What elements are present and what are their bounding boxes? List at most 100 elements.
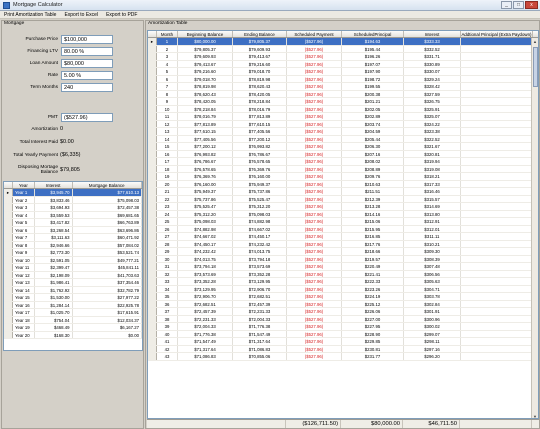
yearly-row[interactable]: Year 13 $1,986.41 $37,354.46: [4, 279, 142, 287]
amortization-grid[interactable]: Month Beginning Balance Ending Balance S…: [147, 30, 539, 419]
rate-field[interactable]: 5.00 %: [61, 71, 113, 80]
amort-row[interactable]: 37 $72,457.39 $72,231.33 ($527.96) $226.06 $3…: [148, 308, 538, 316]
amort-cell-extra[interactable]: [461, 210, 533, 217]
amort-row[interactable]: 24 $75,312.20 $75,098.03 ($527.96) $214.16 $3…: [148, 210, 538, 218]
yearly-row[interactable]: Year 8 $2,946.66 $57,084.02: [4, 241, 142, 249]
amort-cell-extra[interactable]: [461, 218, 533, 225]
amort-cell-extra[interactable]: [461, 173, 533, 180]
amort-cell-extra[interactable]: [461, 278, 533, 285]
amort-cell-extra[interactable]: [461, 113, 533, 120]
amort-header-ending[interactable]: Ending Balance: [233, 31, 287, 37]
amort-cell-extra[interactable]: [461, 180, 533, 187]
close-button[interactable]: x: [525, 1, 538, 9]
amort-row[interactable]: 36 $72,682.51 $72,457.39 ($527.96) $225.12 $3…: [148, 300, 538, 308]
menu-print-amortization[interactable]: Print Amortization Table: [0, 12, 60, 18]
amort-row[interactable]: 31 $73,794.18 $73,573.69 ($527.96) $220.49 $3…: [148, 263, 538, 271]
amort-cell-extra[interactable]: [461, 98, 533, 105]
amort-row[interactable]: 5 $79,216.60 $79,018.70 ($527.96) $197.90 $33…: [148, 68, 538, 76]
yearly-row[interactable]: Year 9 $2,773.30 $53,521.74: [4, 249, 142, 257]
amort-header-month[interactable]: Month: [157, 31, 178, 37]
amort-cell-extra[interactable]: [461, 323, 533, 330]
maximize-button[interactable]: □: [513, 1, 524, 9]
amort-cell-extra[interactable]: [461, 143, 533, 150]
amort-row[interactable]: 19 $76,369.76 $76,160.00 ($527.96) $209.76 $3…: [148, 173, 538, 181]
yearly-row[interactable]: Year 19 $468.49 $6,167.27: [4, 324, 142, 332]
amort-row[interactable]: 30 $74,013.75 $73,794.18 ($527.96) $219.57 $3…: [148, 255, 538, 263]
amort-row[interactable]: 13 $77,610.15 $77,405.56 ($527.96) $204.59 $3…: [148, 128, 538, 136]
amort-row[interactable]: 33 $73,352.28 $73,129.95 ($527.96) $222.33 $3…: [148, 278, 538, 286]
amort-row[interactable]: 9 $78,420.05 $78,218.84 ($527.96) $201.21 $32…: [148, 98, 538, 106]
amort-cell-extra[interactable]: [461, 293, 533, 300]
amort-cell-extra[interactable]: [461, 150, 533, 157]
amort-cell-extra[interactable]: [461, 105, 533, 112]
amort-row[interactable]: 2 $79,805.37 $79,609.93 ($527.96) $195.44 $33…: [148, 45, 538, 53]
amort-cell-extra[interactable]: [461, 240, 533, 247]
amort-row[interactable]: 41 $71,547.49 $71,317.64 ($527.96) $229.85 $2…: [148, 338, 538, 346]
amort-row[interactable]: 12 $77,813.89 $77,610.15 ($527.96) $203.74 $3…: [148, 120, 538, 128]
amort-row[interactable]: 8 $78,620.43 $78,420.05 ($527.96) $200.38 $32…: [148, 90, 538, 98]
amort-row[interactable]: 21 $75,949.37 $75,737.86 ($527.96) $211.51 $3…: [148, 188, 538, 196]
yearly-header-interest[interactable]: Interest: [35, 182, 73, 188]
amort-row[interactable]: 38 $72,231.33 $72,004.33 ($527.96) $227.00 $3…: [148, 315, 538, 323]
amort-cell-extra[interactable]: [461, 315, 533, 322]
amort-row[interactable]: 28 $74,450.17 $74,232.42 ($527.96) $217.76 $3…: [148, 240, 538, 248]
amort-cell-extra[interactable]: [461, 128, 533, 135]
amort-row[interactable]: ▸ 1 $80,000.00 $79,805.37 ($527.96) $194.63 $3…: [148, 38, 538, 46]
purchase-price-field[interactable]: $100,000: [61, 35, 113, 44]
amort-cell-extra[interactable]: [461, 90, 533, 97]
yearly-header-year[interactable]: Year: [13, 182, 35, 188]
amort-row[interactable]: 4 $79,413.67 $79,216.60 ($527.96) $197.07 $33…: [148, 60, 538, 68]
amort-row[interactable]: 43 $71,086.83 $70,855.06 ($527.96) $231.77 $2…: [148, 353, 538, 361]
amort-row[interactable]: 22 $75,737.86 $75,525.47 ($527.96) $212.39 $3…: [148, 195, 538, 203]
amort-cell-extra[interactable]: [461, 158, 533, 165]
menu-export-pdf[interactable]: Export to PDF: [102, 12, 141, 18]
amort-row[interactable]: 25 $75,098.03 $74,882.98 ($527.96) $215.06 $3…: [148, 218, 538, 226]
amort-cell-extra[interactable]: [461, 60, 533, 67]
yearly-row[interactable]: Year 20 $168.30 $0.00: [4, 331, 142, 339]
amort-cell-extra[interactable]: [461, 75, 533, 82]
yearly-row[interactable]: Year 5 $3,417.82 $66,763.89: [4, 219, 142, 227]
amort-cell-extra[interactable]: [461, 345, 533, 352]
yearly-row[interactable]: ▸ Year 1 $3,945.70 $77,610.13: [4, 189, 142, 197]
amort-row[interactable]: 15 $77,200.12 $76,993.82 ($527.96) $206.30 $3…: [148, 143, 538, 151]
amort-cell-extra[interactable]: [461, 165, 533, 172]
yearly-row[interactable]: Year 18 $754.04 $12,034.37: [4, 316, 142, 324]
amort-cell-extra[interactable]: [461, 203, 533, 210]
amort-cell-extra[interactable]: [461, 45, 533, 52]
yearly-row[interactable]: Year 2 $3,833.46 $75,098.03: [4, 196, 142, 204]
yearly-row[interactable]: Year 17 $1,025.70 $17,615.91: [4, 309, 142, 317]
amort-row[interactable]: 42 $71,317.64 $71,086.83 ($527.96) $230.81 $2…: [148, 345, 538, 353]
amort-row[interactable]: 35 $72,906.70 $72,682.51 ($527.96) $224.19 $3…: [148, 293, 538, 301]
amort-cell-extra[interactable]: [461, 83, 533, 90]
loan-amount-field[interactable]: $80,000: [61, 59, 113, 68]
amort-row[interactable]: 27 $74,667.02 $74,450.17 ($527.96) $216.85 $3…: [148, 233, 538, 241]
amort-cell-extra[interactable]: [461, 135, 533, 142]
yearly-row[interactable]: Year 10 $2,591.05 $49,777.21: [4, 256, 142, 264]
amort-cell-extra[interactable]: [461, 255, 533, 262]
amort-cell-extra[interactable]: [461, 285, 533, 292]
yearly-header-balance[interactable]: Mortgage Balance: [73, 182, 142, 188]
yearly-row[interactable]: Year 16 $1,284.14 $22,925.78: [4, 301, 142, 309]
amort-row[interactable]: 14 $77,405.56 $77,200.12 ($527.96) $205.44 $3…: [148, 135, 538, 143]
amort-cell-extra[interactable]: [461, 225, 533, 232]
yearly-row[interactable]: Year 14 $1,762.92 $32,782.79: [4, 286, 142, 294]
amort-cell-extra[interactable]: [461, 353, 533, 360]
amort-row[interactable]: 39 $72,004.33 $71,776.38 ($527.96) $227.95 $3…: [148, 323, 538, 331]
amort-cell-extra[interactable]: [461, 330, 533, 337]
amort-cell-extra[interactable]: [461, 248, 533, 255]
amort-row[interactable]: 26 $74,882.98 $74,667.02 ($527.96) $215.95 $3…: [148, 225, 538, 233]
amort-row[interactable]: 17 $76,786.67 $76,578.65 ($527.96) $208.02 $3…: [148, 158, 538, 166]
scroll-thumb[interactable]: [533, 47, 538, 87]
amort-cell-extra[interactable]: [461, 338, 533, 345]
amort-row[interactable]: 20 $76,160.00 $75,949.37 ($527.96) $210.63 $3…: [148, 180, 538, 188]
amort-row[interactable]: 23 $75,525.47 $75,312.20 ($527.96) $213.28 $3…: [148, 203, 538, 211]
term-months-field[interactable]: 240: [61, 83, 113, 92]
amort-row[interactable]: 10 $78,218.84 $78,016.79 ($527.96) $202.05 $3…: [148, 105, 538, 113]
financing-ltv-field[interactable]: 80.00 %: [61, 47, 113, 56]
amort-row[interactable]: 7 $78,819.98 $78,620.43 ($527.96) $199.55 $32…: [148, 83, 538, 91]
amort-cell-extra[interactable]: [461, 68, 533, 75]
yearly-row[interactable]: Year 12 $2,198.09 $41,703.63: [4, 271, 142, 279]
amort-header-beginning[interactable]: Beginning Balance: [178, 31, 233, 37]
amort-cell-extra[interactable]: [461, 188, 533, 195]
yearly-row[interactable]: Year 6 $3,268.54 $63,696.86: [4, 226, 142, 234]
